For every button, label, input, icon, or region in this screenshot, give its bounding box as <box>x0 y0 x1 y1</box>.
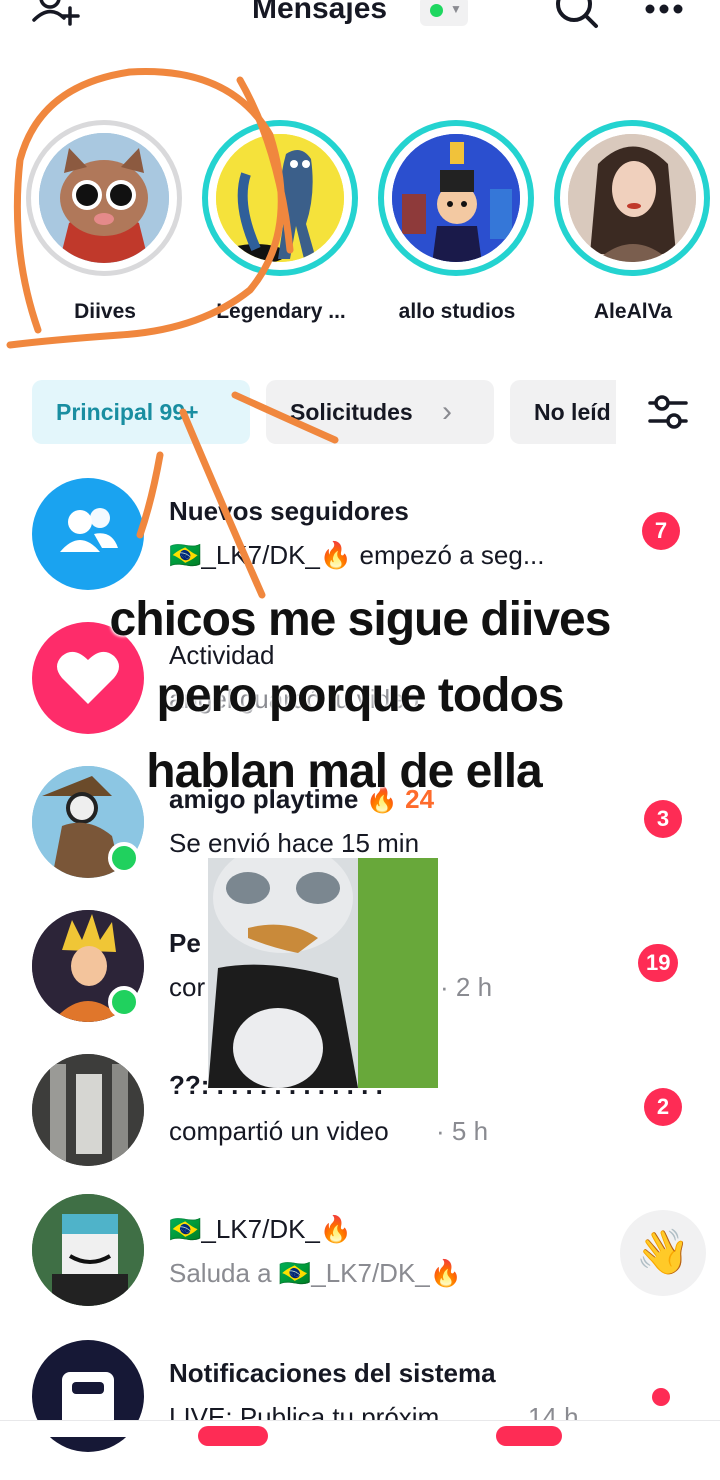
row-subtitle: cor <box>169 972 206 1002</box>
unread-dot <box>652 1388 670 1406</box>
list-item-system-notifications[interactable]: Notificaciones del sistema LIVE: Publica… <box>0 1340 720 1480</box>
avatar <box>32 1054 144 1166</box>
list-item-chat[interactable]: 🇧🇷_LK7/DK_🔥 Saluda a 🇧🇷_LK7/DK_🔥 👋 <box>0 1194 720 1336</box>
wave-button[interactable]: 👋 <box>620 1210 706 1296</box>
avatar <box>32 1194 144 1306</box>
overlay-caption-line-3: hablan mal de ella <box>146 745 542 798</box>
row-subtitle: compartió un video <box>169 1116 389 1146</box>
wave-icon: 👋 <box>635 1228 691 1277</box>
unread-badge: 3 <box>644 800 682 838</box>
hand-drawn-annotation <box>6 68 339 599</box>
unread-badge: 19 <box>638 944 679 982</box>
row-title: 🇧🇷_LK7/DK_🔥 <box>169 1214 353 1244</box>
row-time: · 5 h <box>436 1116 489 1146</box>
online-indicator <box>108 986 140 1018</box>
nav-badge <box>198 1426 268 1446</box>
nav-badge <box>496 1426 562 1446</box>
row-subtitle: Saluda a 🇧🇷_LK7/DK_🔥 <box>169 1258 463 1288</box>
overlay-caption-line-2: pero porque todos <box>156 669 565 722</box>
penguin-sticker <box>208 858 438 1088</box>
row-title: Notificaciones del sistema <box>169 1358 496 1388</box>
unread-badge: 2 <box>644 1088 682 1126</box>
row-title: Pe <box>169 928 201 958</box>
row-subtitle: Se envió hace 15 min <box>169 828 420 858</box>
bottom-nav-divider <box>0 1420 720 1437</box>
row-time: · 2 h <box>440 972 493 1002</box>
online-indicator <box>108 842 140 874</box>
